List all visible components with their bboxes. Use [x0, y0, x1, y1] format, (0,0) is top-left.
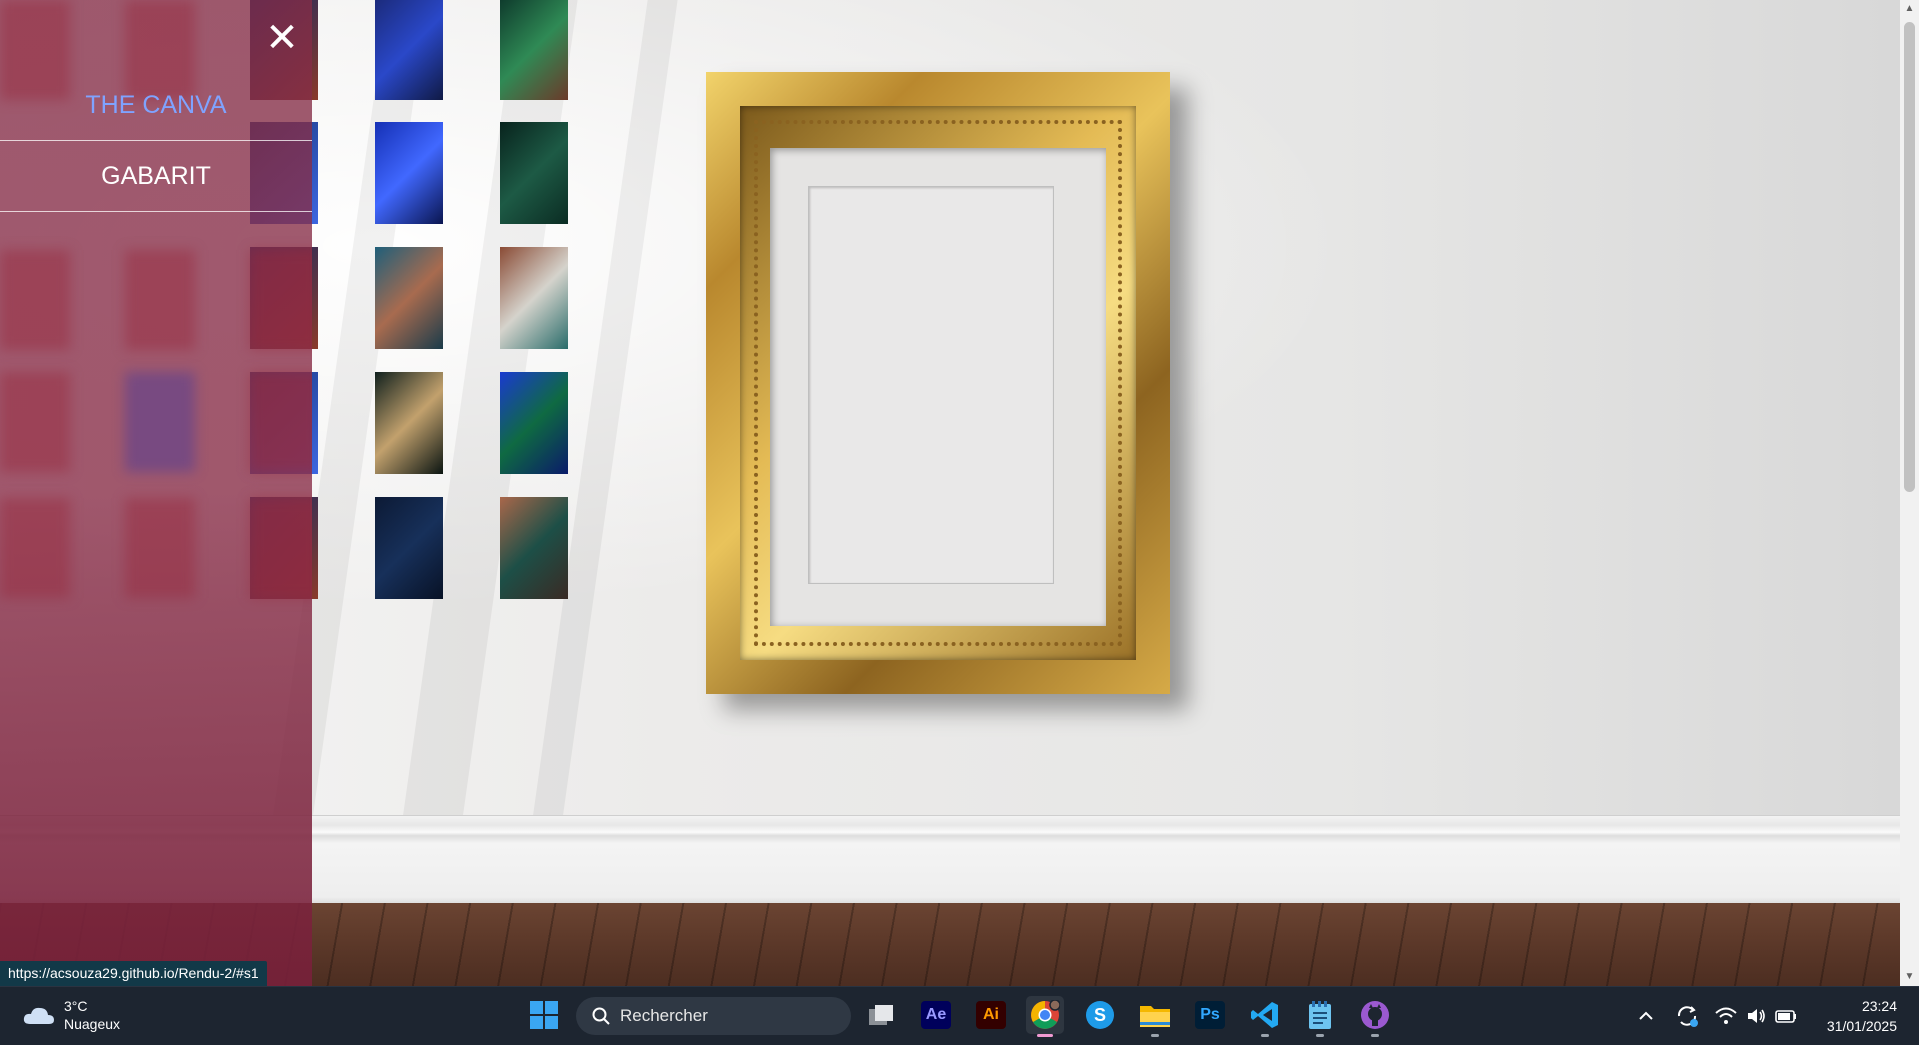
- photoshop-label: Ps: [1195, 1001, 1225, 1029]
- thumbnail-dark-green-leaf[interactable]: [500, 122, 568, 224]
- weather-description: Nuageux: [64, 1016, 121, 1032]
- clock-time: 23:24: [1861, 998, 1897, 1014]
- thumbnail-green-leaves-hand[interactable]: [500, 0, 568, 100]
- skype-icon[interactable]: S: [1081, 996, 1119, 1034]
- taskbar-search-input[interactable]: Rechercher: [576, 997, 851, 1035]
- thumbnail-blue-feathers-2[interactable]: [375, 122, 443, 224]
- thumbnail-blue-feathers[interactable]: [375, 0, 443, 100]
- blurred-thumbnail: [250, 372, 312, 472]
- windows-taskbar: 3°C Nuageux Rechercher Ae Ai S Ps 23:24 …: [0, 986, 1919, 1045]
- illustrator-icon[interactable]: Ai: [972, 996, 1010, 1034]
- vscode-icon[interactable]: [1246, 996, 1284, 1037]
- blurred-thumbnail: [250, 498, 312, 598]
- link-url-status: https://acsouza29.github.io/Rendu-2/#s1: [0, 961, 267, 986]
- weather-widget[interactable]: 3°C Nuageux: [22, 997, 120, 1033]
- clock-date: 31/01/2025: [1826, 1018, 1897, 1034]
- blurred-thumbnail: [0, 372, 70, 472]
- task-view-icon[interactable]: [862, 996, 900, 1034]
- windows-start-icon[interactable]: [525, 996, 563, 1034]
- chrome-icon[interactable]: [1026, 996, 1064, 1037]
- thumbnail-night-blue[interactable]: [375, 497, 443, 599]
- active-app-indicator: [1037, 1034, 1053, 1037]
- blurred-thumbnail: [250, 250, 312, 350]
- file-explorer-icon[interactable]: [1136, 996, 1174, 1037]
- battery-icon[interactable]: [1773, 1003, 1799, 1029]
- blurred-thumbnail: [0, 250, 70, 350]
- blurred-thumbnail: [125, 372, 195, 472]
- github-desktop-icon[interactable]: [1356, 996, 1394, 1037]
- close-menu-button[interactable]: ✕: [262, 18, 302, 58]
- running-app-indicator: [1261, 1034, 1269, 1037]
- webpage-viewport: ✕ THE CANVA GABARIT https://acsouza29.gi…: [0, 0, 1900, 986]
- blurred-thumbnail: [125, 498, 195, 598]
- page-scrollbar[interactable]: ▲ ▼: [1900, 0, 1919, 986]
- search-icon: [592, 1007, 610, 1025]
- running-app-indicator: [1316, 1034, 1324, 1037]
- frame-mat: [770, 148, 1106, 626]
- blurred-thumbnail: [0, 498, 70, 598]
- menu-item-the-canva[interactable]: THE CANVA: [0, 70, 312, 141]
- blurred-thumbnail: [125, 250, 195, 350]
- illustrator-label: Ai: [976, 1001, 1006, 1029]
- thumbnail-dark-doorway[interactable]: [375, 372, 443, 474]
- after-effects-icon[interactable]: Ae: [917, 996, 955, 1034]
- side-navigation-menu: ✕ THE CANVA GABARIT: [0, 0, 312, 986]
- menu-item-gabarit[interactable]: GABARIT: [0, 141, 312, 212]
- system-clock[interactable]: 23:24 31/01/2025: [1805, 996, 1897, 1036]
- thumbnail-blue-feathers-3[interactable]: [500, 372, 568, 474]
- running-app-indicator: [1371, 1034, 1379, 1037]
- gold-picture-frame: [706, 72, 1170, 694]
- skype-label: S: [1086, 1001, 1114, 1029]
- search-placeholder: Rechercher: [620, 1006, 708, 1025]
- cloud-icon: [22, 1004, 56, 1026]
- sync-icon[interactable]: [1674, 1003, 1700, 1029]
- thumbnail-portrait-arm-tattoo[interactable]: [500, 247, 568, 349]
- empty-canvas-panel: [808, 186, 1054, 584]
- volume-icon[interactable]: [1743, 1003, 1769, 1029]
- photoshop-icon[interactable]: Ps: [1191, 996, 1229, 1034]
- thumbnail-portrait-face-paint[interactable]: [500, 497, 568, 599]
- running-app-indicator: [1151, 1034, 1159, 1037]
- thumbnail-portrait-shoulder[interactable]: [375, 247, 443, 349]
- after-effects-label: Ae: [921, 1001, 951, 1029]
- scrollbar-thumb[interactable]: [1904, 22, 1915, 492]
- scroll-up-arrow-icon[interactable]: ▲: [1900, 0, 1919, 18]
- weather-temperature: 3°C: [64, 998, 88, 1014]
- notepad-icon[interactable]: [1301, 996, 1339, 1037]
- show-hidden-icons-chevron-icon[interactable]: [1633, 1003, 1659, 1029]
- wifi-icon[interactable]: [1713, 1003, 1739, 1029]
- scroll-down-arrow-icon[interactable]: ▼: [1900, 968, 1919, 986]
